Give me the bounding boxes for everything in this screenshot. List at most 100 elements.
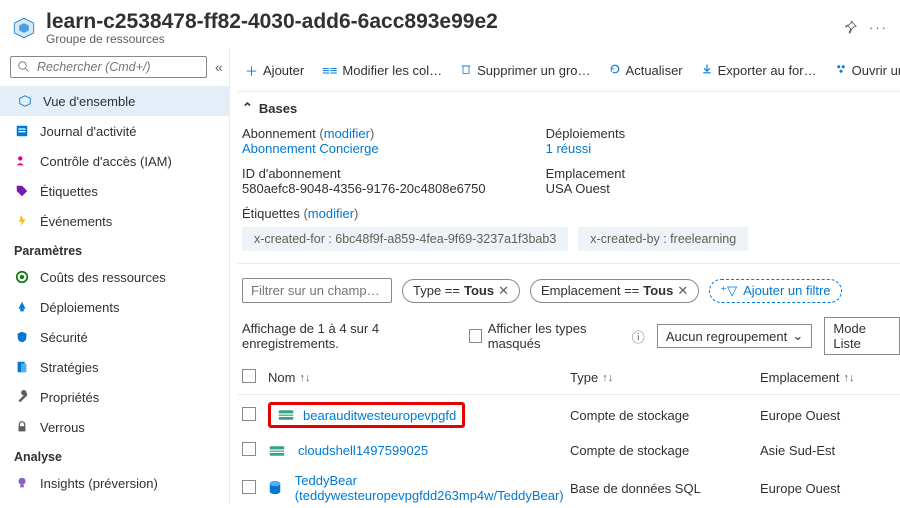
- export-button[interactable]: Exporter au for…: [694, 60, 824, 81]
- nav-label: Étiquettes: [40, 184, 98, 199]
- nav-label: Contrôle d'accès (IAM): [40, 154, 172, 169]
- events-icon: [14, 213, 30, 229]
- row-checkbox[interactable]: [242, 442, 256, 456]
- nav-activity[interactable]: Journal d'activité: [0, 116, 229, 146]
- pin-icon[interactable]: [843, 20, 857, 37]
- overview-icon: [17, 93, 33, 109]
- col-type-header[interactable]: Type↑↓: [570, 369, 760, 386]
- row-checkbox[interactable]: [242, 407, 256, 421]
- trash-icon: [460, 63, 472, 78]
- resource-type: Compte de stockage: [570, 443, 760, 458]
- nav-label: Coûts des ressources: [40, 270, 166, 285]
- refresh-icon: [609, 63, 621, 78]
- mode-list-button[interactable]: Mode Liste: [824, 317, 900, 355]
- page-header: learn-c2538478-ff82-4030-add6-6acc893e99…: [0, 0, 900, 48]
- sub-modify-link[interactable]: modifier: [324, 126, 370, 141]
- resource-group-icon: [10, 14, 38, 42]
- nav-security[interactable]: Sécurité: [0, 322, 229, 352]
- tags-label: Étiquettes: [242, 206, 300, 221]
- remove-icon[interactable]: ✕: [677, 283, 688, 299]
- add-filter-button[interactable]: ⁺▽Ajouter un filtre: [709, 279, 841, 303]
- sidebar-search[interactable]: [10, 56, 207, 78]
- nav-label: Sécurité: [40, 330, 88, 345]
- nav-properties[interactable]: Propriétés: [0, 382, 229, 412]
- resource-link[interactable]: bearauditwesteuropevpgfd: [303, 408, 456, 423]
- refresh-button[interactable]: Actualiser: [602, 60, 690, 81]
- costs-icon: [14, 269, 30, 285]
- page-subtitle: Groupe de ressources: [46, 32, 835, 46]
- group-select[interactable]: Aucun regroupement⌄: [657, 324, 813, 348]
- sub-value[interactable]: Abonnement Concierge: [242, 141, 379, 156]
- nav-label: Verrous: [40, 420, 85, 435]
- collapse-sidebar-icon[interactable]: «: [215, 59, 223, 75]
- search-input[interactable]: [37, 60, 200, 74]
- dep-label: Déploiements: [546, 126, 626, 141]
- open-query-button[interactable]: Ouvrir une requête: [828, 60, 900, 81]
- more-icon[interactable]: ···: [869, 20, 888, 37]
- nav-insights[interactable]: Insights (préversion): [0, 468, 229, 498]
- col-name-header[interactable]: Nom↑↓: [268, 369, 570, 386]
- resource-link[interactable]: cloudshell1497599025: [298, 443, 428, 458]
- plus-icon: ＋: [245, 61, 258, 80]
- nav-tags[interactable]: Étiquettes: [0, 176, 229, 206]
- highlighted-resource: bearauditwesteuropevpgfd: [268, 402, 465, 428]
- remove-icon[interactable]: ✕: [498, 283, 509, 299]
- download-icon: [701, 63, 713, 78]
- bases-toggle[interactable]: ⌃ Bases: [238, 92, 900, 122]
- filter-type-pill[interactable]: Type == Tous✕: [402, 279, 520, 303]
- nav-policy[interactable]: Stratégies: [0, 352, 229, 382]
- properties-panel: Abonnement (modifier) Abonnement Concier…: [238, 122, 900, 221]
- resource-location: Europe Ouest: [760, 481, 900, 496]
- storage-icon: [277, 407, 295, 423]
- sidebar: « Vue d'ensemble Journal d'activité Cont…: [0, 48, 230, 504]
- deploy-icon: [14, 299, 30, 315]
- nav-label: Propriétés: [40, 390, 99, 405]
- show-hidden-label: Afficher les types masqués: [488, 321, 626, 351]
- chevron-down-icon: ⌄: [793, 328, 804, 344]
- select-all-checkbox[interactable]: [242, 369, 256, 383]
- resource-location: Asie Sud-Est: [760, 443, 900, 458]
- nav-locks[interactable]: Verrous: [0, 412, 229, 442]
- add-button[interactable]: ＋Ajouter: [238, 58, 311, 83]
- resource-type: Compte de stockage: [570, 408, 760, 423]
- edit-columns-button[interactable]: ≡≡Modifier les col…: [315, 60, 449, 81]
- search-icon: [17, 60, 31, 74]
- row-checkbox[interactable]: [242, 480, 256, 494]
- tag-pill[interactable]: x-created-for : 6bc48f9f-a859-4fea-9f69-…: [242, 227, 568, 251]
- nav-events[interactable]: Événements: [0, 206, 229, 236]
- col-loc-header[interactable]: Emplacement↑↓: [760, 369, 900, 386]
- sqldb-icon: [268, 480, 283, 496]
- loc-value: USA Ouest: [546, 181, 610, 196]
- table-row: bearauditwesteuropevpgfd Compte de stock…: [238, 395, 900, 435]
- nav-label: Insights (préversion): [40, 476, 158, 491]
- sort-icon: ↑↓: [602, 372, 613, 384]
- loc-label: Emplacement: [546, 166, 625, 181]
- resource-location: Europe Ouest: [760, 408, 900, 423]
- record-count: Affichage de 1 à 4 sur 4 enregistrements…: [242, 321, 457, 351]
- main-content: ＋Ajouter ≡≡Modifier les col… Supprimer u…: [230, 48, 900, 504]
- toolbar: ＋Ajouter ≡≡Modifier les col… Supprimer u…: [238, 54, 900, 92]
- info-icon[interactable]: ⓘ: [632, 327, 645, 346]
- filter-bar: Type == Tous✕ Emplacement == Tous✕ ⁺▽Ajo…: [238, 264, 900, 303]
- tag-pill[interactable]: x-created-by : freelearning: [578, 227, 748, 251]
- sub-label: Abonnement: [242, 126, 316, 141]
- sort-icon: ↑↓: [299, 372, 310, 384]
- iam-icon: [14, 153, 30, 169]
- nav-overview[interactable]: Vue d'ensemble: [0, 86, 229, 116]
- meta-row: Affichage de 1 à 4 sur 4 enregistrements…: [238, 303, 900, 361]
- nav-costs[interactable]: Coûts des ressources: [0, 262, 229, 292]
- page-title: learn-c2538478-ff82-4030-add6-6acc893e99…: [46, 10, 835, 34]
- filter-input[interactable]: [242, 278, 392, 303]
- nav-deployments[interactable]: Déploiements: [0, 292, 229, 322]
- resource-link[interactable]: TeddyBear (teddywesteuropevpgfdd263mp4w/…: [295, 473, 570, 503]
- filter-loc-pill[interactable]: Emplacement == Tous✕: [530, 279, 699, 303]
- delete-group-button[interactable]: Supprimer un gro…: [453, 60, 597, 81]
- nav-iam[interactable]: Contrôle d'accès (IAM): [0, 146, 229, 176]
- nav-label: Stratégies: [40, 360, 99, 375]
- tags-modify-link[interactable]: modifier: [308, 206, 354, 221]
- show-hidden-checkbox[interactable]: [469, 329, 482, 343]
- sort-icon: ↑↓: [843, 372, 854, 384]
- id-value: 580aefc8-9048-4356-9176-20c4808e6750: [242, 181, 486, 196]
- dep-value[interactable]: 1 réussi: [546, 141, 592, 156]
- table-row: TeddyBear (teddywesteuropevpgfdd263mp4w/…: [238, 466, 900, 504]
